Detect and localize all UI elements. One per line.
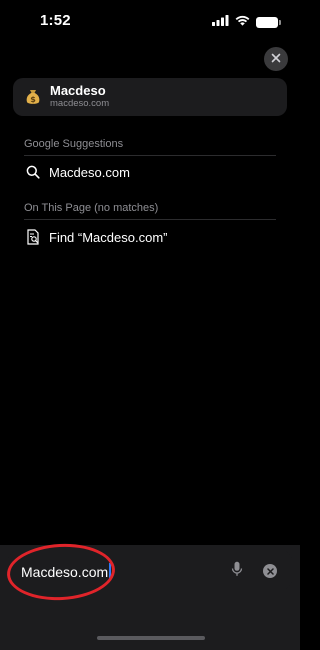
google-suggestions-header: Google Suggestions xyxy=(24,138,124,150)
clear-icon xyxy=(266,562,274,580)
divider xyxy=(24,155,276,156)
find-in-page-icon xyxy=(24,228,42,246)
clear-button[interactable] xyxy=(263,564,277,578)
top-site-title: Macdeso xyxy=(50,83,106,99)
top-site-text: Macdeso macdeso.com xyxy=(50,83,110,110)
top-site-suggestion[interactable]: $ Macdeso macdeso.com xyxy=(13,78,287,116)
microphone-icon xyxy=(231,561,243,582)
home-indicator xyxy=(97,636,205,640)
money-bag-icon: $ xyxy=(23,87,43,107)
microphone-button[interactable] xyxy=(228,561,246,582)
status-bar: 1:52 xyxy=(0,0,300,44)
status-icons xyxy=(212,13,281,31)
wifi-icon xyxy=(235,13,250,31)
divider xyxy=(24,219,276,220)
top-site-url: macdeso.com xyxy=(50,98,110,109)
suggestion-row[interactable]: Macdeso.com xyxy=(24,161,276,183)
find-on-page-row[interactable]: Find “Macdeso.com” xyxy=(24,226,276,248)
find-on-page-label: Find “Macdeso.com” xyxy=(49,229,168,245)
battery-icon xyxy=(256,16,281,28)
cellular-signal-icon xyxy=(212,13,229,31)
search-icon xyxy=(24,163,42,181)
svg-text:$: $ xyxy=(30,95,36,104)
close-icon xyxy=(271,50,281,68)
on-this-page-header: On This Page (no matches) xyxy=(24,202,159,214)
close-button[interactable] xyxy=(264,47,288,71)
status-time: 1:52 xyxy=(40,12,71,29)
suggestion-label: Macdeso.com xyxy=(49,164,130,180)
